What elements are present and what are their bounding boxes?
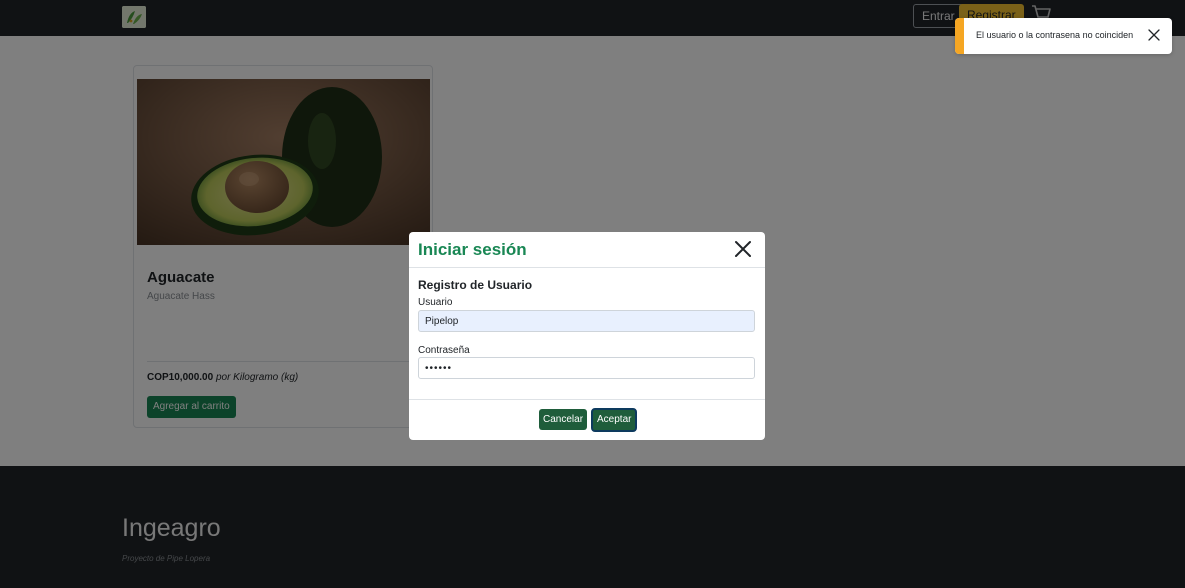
login-modal: Iniciar sesión Registro de Usuario Usuar… xyxy=(409,232,765,440)
toast-message: El usuario o la contrasena no coinciden xyxy=(976,30,1134,40)
password-label: Contraseña xyxy=(418,345,470,356)
modal-title: Iniciar sesión xyxy=(418,240,527,259)
username-label: Usuario xyxy=(418,297,453,308)
form-section-title: Registro de Usuario xyxy=(418,278,533,292)
close-icon[interactable] xyxy=(734,240,752,258)
close-icon[interactable] xyxy=(1148,29,1160,41)
error-toast: El usuario o la contrasena no coinciden xyxy=(955,18,1172,54)
modal-header: Iniciar sesión xyxy=(409,232,765,268)
toast-accent-bar xyxy=(955,18,964,54)
username-input[interactable] xyxy=(418,310,755,332)
cancel-button[interactable]: Cancelar xyxy=(539,409,588,430)
password-input[interactable] xyxy=(418,357,755,379)
modal-footer-divider xyxy=(409,399,765,400)
accept-button[interactable]: Aceptar xyxy=(591,408,638,432)
